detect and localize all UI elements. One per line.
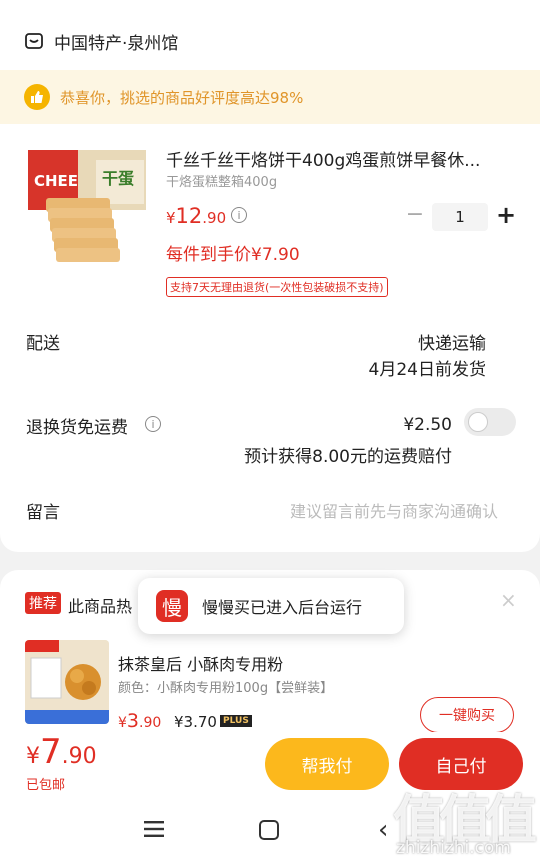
memo-label: 留言 [26, 503, 60, 523]
price-info-icon[interactable]: i [231, 207, 247, 223]
svg-text:CHEE: CHEE [34, 172, 78, 190]
return-insurance-toggle[interactable] [464, 408, 516, 436]
price-integer: 12 [175, 204, 203, 228]
rating-text: 恭喜你，挑选的商品好评度高达98% [60, 88, 304, 107]
menu-icon[interactable] [144, 820, 164, 838]
free-shipping-label: 已包邮 [26, 778, 66, 793]
price-symbol: ¥ [166, 209, 176, 227]
recommend-item-spec: 颜色：小酥肉专用粉100g【尝鲜装】 [118, 681, 334, 696]
product-title[interactable]: 千丝千丝干烙饼干400g鸡蛋煎饼早餐休... [166, 146, 510, 171]
toggle-knob [468, 412, 488, 432]
return-insurance-label: 退换货免运费 [26, 418, 128, 438]
manmanbuy-icon: 慢 [156, 590, 188, 622]
quantity-input[interactable]: 1 [432, 203, 488, 231]
one-click-buy-button[interactable]: 一键购买 [420, 697, 514, 733]
plus-badge: PLUS [220, 715, 252, 727]
recommend-item-image[interactable] [25, 640, 109, 724]
toast-text: 慢慢买已进入后台运行 [202, 598, 363, 617]
background-toast: 慢 慢慢买已进入后台运行 [138, 578, 404, 634]
recommend-tag: 推荐 [25, 592, 61, 614]
watermark-url: zhizhizhi.com [396, 838, 511, 858]
delivery-method[interactable]: 快递运输 [418, 329, 486, 354]
product-price: ¥ 12 .90 [166, 204, 226, 228]
recommend-plus-price: ¥3.70 [174, 713, 217, 731]
deal-price: 每件到手价¥7.90 [166, 245, 300, 265]
quantity-decrease-button[interactable]: − [404, 204, 426, 230]
quantity-increase-button[interactable]: + [494, 202, 518, 230]
help-pay-button[interactable]: 帮我付 [265, 738, 389, 790]
store-name: 中国特产·泉州馆 [54, 33, 179, 54]
price-decimal: .90 [202, 209, 227, 227]
thumbs-up-icon [24, 84, 50, 110]
total-decimal: .90 [61, 744, 97, 769]
recommend-item-name[interactable]: 抹茶皇后 小酥肉专用粉 [118, 651, 283, 675]
rec-price-symbol: ¥ [118, 715, 127, 731]
recommend-title: 此商品热 [68, 597, 133, 616]
rec-price-integer: 3 [126, 710, 140, 732]
return-policy-badge: 支持7天无理由退货(一次性包装破损不支持) [166, 277, 388, 297]
memo-input[interactable]: 建议留言前先与商家沟通确认 [290, 498, 498, 522]
delivery-label: 配送 [26, 334, 60, 354]
rec-price-decimal: .90 [139, 715, 162, 731]
store-header[interactable]: 中国特产·泉州馆 [24, 28, 178, 54]
close-icon[interactable]: × [500, 588, 517, 612]
recommend-item-price: ¥ 3 .90 [118, 710, 161, 732]
insurance-note: 预计获得8.00元的运费赔付 [244, 447, 452, 467]
product-spec[interactable]: 干烙蛋糕整箱400g [166, 171, 277, 190]
svg-text:干蛋: 干蛋 [102, 169, 134, 188]
ship-date: 4月24日前发货 [368, 360, 486, 380]
total-symbol: ¥ [26, 744, 40, 769]
insurance-info-icon[interactable]: i [145, 416, 161, 432]
store-icon [25, 33, 43, 49]
return-insurance-price: ¥2.50 [403, 415, 452, 435]
total-price: ¥ 7 .90 [26, 732, 97, 772]
home-icon[interactable] [259, 820, 279, 840]
back-icon[interactable]: ‹ [378, 815, 388, 845]
rating-banner: 恭喜你，挑选的商品好评度高达98% [0, 70, 540, 124]
total-integer: 7 [40, 732, 62, 772]
product-image[interactable]: CHEE 干蛋 [26, 146, 150, 270]
